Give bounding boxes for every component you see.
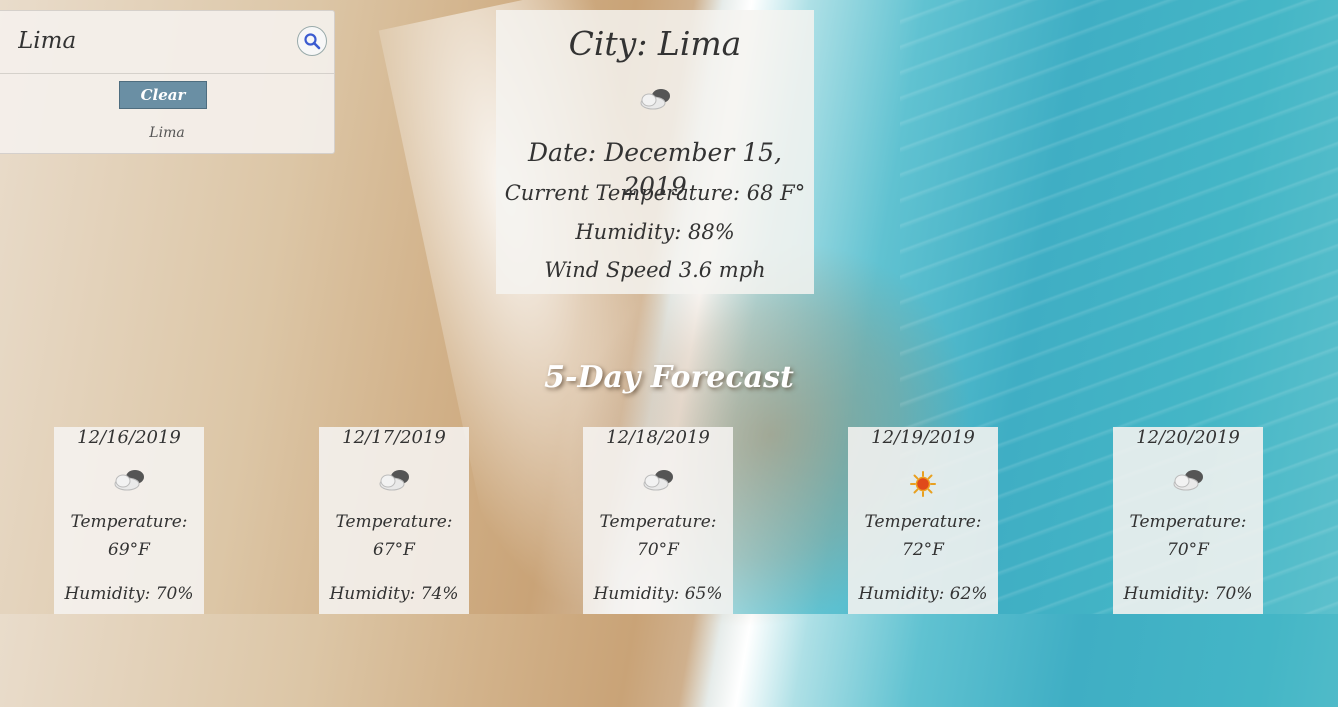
forecast-temp: 67°F [373, 540, 415, 560]
forecast-card: 12/19/2019 Temperature: 72°F Humidity: 6… [848, 427, 998, 614]
forecast-temp: 69°F [108, 540, 150, 560]
city-title: City: Lima [568, 24, 742, 63]
forecast-temp: 72°F [902, 540, 944, 560]
sun-icon [910, 471, 936, 501]
search-panel: Clear Lima [0, 10, 335, 154]
search-history-item[interactable]: Lima [0, 115, 334, 151]
search-row [0, 11, 334, 74]
forecast-date: 12/18/2019 [606, 427, 710, 448]
forecast-temp: 70°F [1167, 540, 1209, 560]
forecast-card: 12/17/2019 Temperature: 67°F Humidity: 7… [319, 427, 469, 614]
current-wind-speed: Wind Speed 3.6 mph [544, 258, 766, 282]
forecast-card: 12/20/2019 Temperature: 70°F Humidity: 7… [1113, 427, 1263, 614]
forecast-temp-label: Temperature: [1129, 512, 1247, 532]
forecast-card: 12/16/2019 Temperature: 69°F Humidity: 7… [54, 427, 204, 614]
forecast-date: 12/16/2019 [77, 427, 181, 448]
forecast-temp-label: Temperature: [599, 512, 717, 532]
forecast-date: 12/19/2019 [871, 427, 975, 448]
forecast-temp-label: Temperature: [70, 512, 188, 532]
forecast-card: 12/18/2019 Temperature: 70°F Humidity: 6… [583, 427, 733, 614]
clear-button[interactable]: Clear [119, 81, 207, 109]
current-weather-card: City: Lima Date: December 15, 2019 Curre… [496, 10, 814, 294]
forecast-temp: 70°F [637, 540, 679, 560]
forecast-humidity: Humidity: 70% [64, 584, 194, 604]
search-button[interactable] [297, 26, 327, 56]
forecast-date: 12/20/2019 [1136, 427, 1240, 448]
cloudy-icon [1168, 467, 1208, 497]
forecast-temp-label: Temperature: [335, 512, 453, 532]
forecast-temp-label: Temperature: [864, 512, 982, 532]
forecast-humidity: Humidity: 62% [858, 584, 988, 604]
forecast-date: 12/17/2019 [342, 427, 446, 448]
forecast-humidity: Humidity: 70% [1123, 584, 1253, 604]
cloudy-icon [109, 467, 149, 497]
cloudy-icon [635, 86, 675, 116]
current-temperature: Current Temperature: 68 F° [504, 181, 806, 205]
current-humidity: Humidity: 88% [575, 220, 735, 244]
cloudy-icon [638, 467, 678, 497]
forecast-humidity: Humidity: 74% [329, 584, 459, 604]
forecast-heading: 5-Day Forecast [544, 360, 794, 395]
forecast-humidity: Humidity: 65% [593, 584, 723, 604]
cloudy-icon [374, 467, 414, 497]
city-search-input[interactable] [0, 11, 290, 71]
